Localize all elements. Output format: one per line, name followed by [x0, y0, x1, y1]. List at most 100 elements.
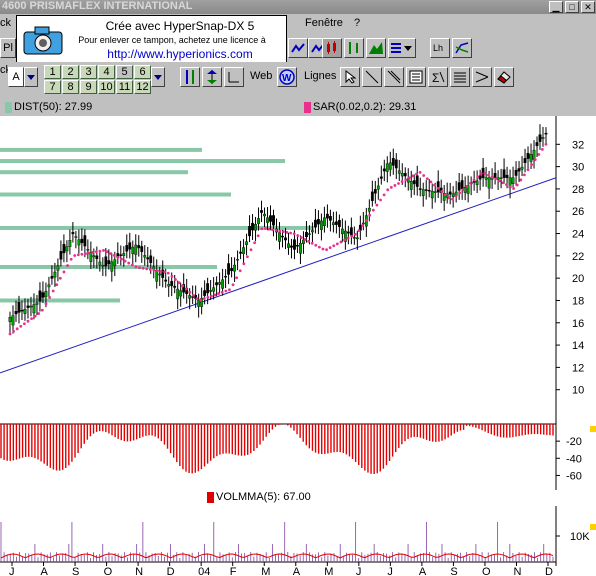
minimize-button[interactable]: ▁ — [549, 1, 563, 13]
close-button[interactable]: ✕ — [581, 1, 595, 13]
dist-legend-swatch — [5, 102, 12, 113]
time-tick-label: O — [482, 566, 491, 576]
web-button[interactable]: W — [277, 67, 297, 87]
volume-chart[interactable]: 10K J A S O N D 04 F M A M J J A S O N D — [0, 506, 596, 576]
candle-body — [424, 189, 428, 191]
text-tool-button[interactable] — [406, 67, 426, 87]
fan-tool-button[interactable] — [472, 67, 492, 87]
candle-body — [514, 169, 518, 176]
candle-body — [397, 170, 401, 174]
cursor-icon — [345, 70, 356, 84]
stamp-line-3[interactable]: http://www.hyperionics.com — [75, 47, 285, 61]
sar-legend-label: SAR(0.02,0.2): 29.31 — [313, 101, 417, 113]
candle-body — [361, 222, 365, 225]
price-chart[interactable]: 32 30 28 26 24 22 20 18 16 14 12 10 — [0, 116, 596, 420]
window-title: 4600 PRISMAFLEX INTERNATIONAL — [2, 0, 193, 12]
sar-point — [40, 308, 44, 312]
sar-point — [501, 181, 505, 185]
parallel-line-tool-button[interactable] — [384, 67, 404, 87]
period-button-2[interactable]: 2 — [62, 65, 79, 79]
sar-point — [368, 213, 372, 217]
time-tick-label: D — [545, 566, 553, 576]
candle-body — [334, 221, 338, 225]
candle-body — [391, 157, 395, 166]
period-dropdown-button[interactable] — [151, 67, 165, 87]
candle-body — [433, 191, 437, 193]
sar-point — [116, 255, 120, 259]
sar-point — [112, 254, 116, 257]
sar-point — [530, 163, 534, 167]
candle-body — [236, 259, 239, 261]
sar-point — [159, 270, 163, 273]
fibonacci-tool-button[interactable]: Σ — [428, 67, 448, 87]
period-button-5[interactable]: 5 — [116, 65, 133, 79]
align-button[interactable] — [224, 67, 244, 87]
time-tick-label: N — [135, 566, 143, 576]
chart-type-mountain-button[interactable] — [366, 38, 386, 58]
chart-type-line-button[interactable] — [288, 38, 308, 58]
chart-type-bars-button[interactable] — [344, 38, 364, 58]
candle-body — [14, 311, 18, 315]
indicator-header: DIST(50): 27.99 SAR(0.02,0.2): 29.31 — [0, 100, 596, 116]
price-tick-label: 30 — [572, 162, 584, 174]
align-icon — [228, 72, 239, 83]
candle-body — [74, 236, 78, 238]
maximize-button[interactable]: □ — [565, 1, 579, 13]
candle-body — [502, 169, 506, 178]
candle-body — [212, 287, 216, 292]
sar-point — [58, 276, 62, 280]
chart-style-dropdown[interactable] — [388, 38, 416, 58]
candle-body — [197, 299, 201, 307]
eraser-icon — [497, 71, 511, 84]
candle-body — [511, 177, 515, 184]
period-button-3[interactable]: 3 — [80, 65, 97, 79]
sar-point — [51, 289, 55, 293]
font-selector[interactable]: A — [8, 67, 24, 87]
horizontal-lines-tool-button[interactable] — [450, 67, 470, 87]
volume-tick-label: 10K — [570, 531, 590, 543]
pointer-tool-button[interactable] — [340, 67, 360, 87]
period-button-9[interactable]: 9 — [80, 80, 97, 94]
toolbar-fragment-button[interactable]: Pl — [0, 38, 16, 58]
zoom-button[interactable] — [452, 38, 472, 58]
candle-body — [263, 213, 266, 217]
shift-button[interactable] — [202, 67, 222, 87]
period-button-12[interactable]: 12 — [134, 80, 151, 94]
candle-body — [305, 231, 308, 238]
candle-body — [460, 180, 464, 189]
period-button-10[interactable]: 10 — [98, 80, 115, 94]
menu-item-help[interactable]: ? — [354, 17, 360, 29]
sar-point — [418, 170, 422, 174]
candle-body — [541, 137, 545, 139]
candle-body — [355, 237, 359, 240]
candle-body — [314, 219, 317, 228]
candle-body — [317, 219, 320, 225]
sar-point — [325, 248, 328, 251]
volume-header: VOLMMA(5): 67.00 — [0, 490, 596, 506]
period-button-6[interactable]: 6 — [134, 65, 151, 79]
period-button-1[interactable]: 1 — [44, 65, 61, 79]
time-tick-label: A — [41, 566, 49, 576]
oscillator-chart[interactable]: -20 -40 -60 — [0, 420, 596, 490]
font-dropdown-button[interactable] — [24, 67, 38, 87]
line-tool-button[interactable] — [362, 67, 382, 87]
scale-button[interactable] — [180, 67, 200, 87]
period-button-7[interactable]: 7 — [44, 80, 61, 94]
sar-point — [141, 266, 145, 270]
trend-line — [0, 177, 557, 374]
sar-point — [519, 178, 523, 182]
sar-point — [436, 186, 440, 190]
menu-item-fenetre[interactable]: Fenêtre — [305, 17, 343, 29]
eraser-tool-button[interactable] — [494, 67, 514, 87]
sar-point — [217, 292, 221, 295]
period-button-11[interactable]: 11 — [116, 80, 133, 94]
chart-type-candles-button[interactable] — [322, 38, 342, 58]
menu-item-fragment[interactable]: ck — [0, 17, 11, 29]
period-button-4[interactable]: 4 — [98, 65, 115, 79]
candle-body — [35, 302, 39, 305]
sar-point — [393, 184, 397, 187]
log-scale-button[interactable]: Lh — [430, 38, 450, 58]
sar-point — [429, 180, 433, 184]
period-button-8[interactable]: 8 — [62, 80, 79, 94]
candle-body — [224, 275, 227, 278]
